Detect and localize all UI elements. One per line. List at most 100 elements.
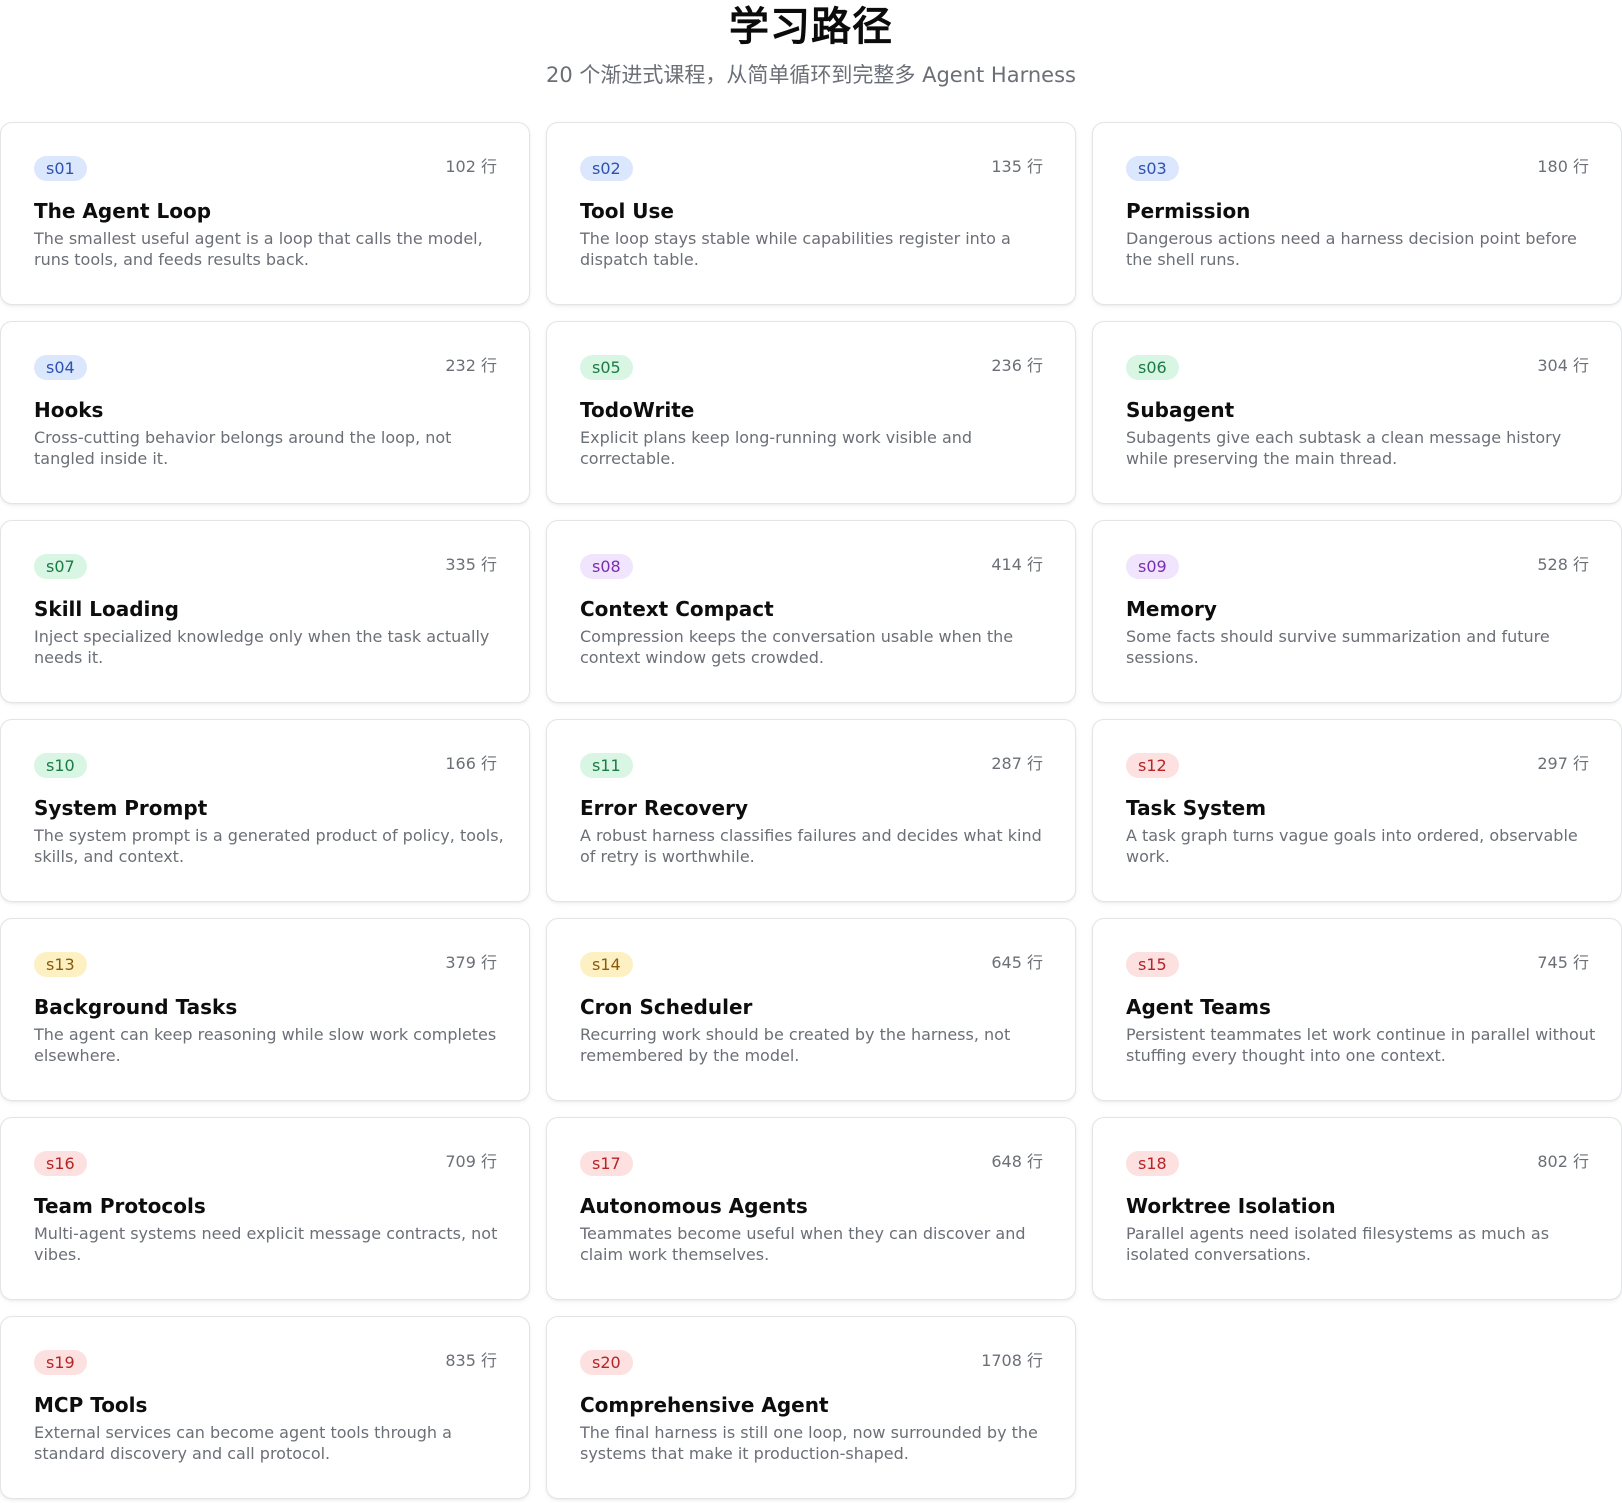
lesson-title: MCP Tools — [34, 1393, 148, 1417]
lesson-id-badge: s17 — [580, 1151, 633, 1176]
lesson-id-badge: s16 — [34, 1151, 87, 1176]
lesson-id-badge: s10 — [34, 753, 87, 778]
line-count: 835 行 — [445, 1351, 497, 1370]
lesson-grid: s01 102 行 The Agent Loop The smallest us… — [0, 122, 1622, 1499]
lesson-title: Agent Teams — [1126, 995, 1271, 1019]
lesson-description: Recurring work should be created by the … — [580, 1025, 1011, 1065]
lesson-title: Cron Scheduler — [580, 995, 753, 1019]
lesson-description: Persistent teammates let work continue i… — [1126, 1025, 1596, 1065]
line-count: 528 行 — [1537, 555, 1589, 574]
lesson-description: A task graph turns vague goals into orde… — [1126, 826, 1578, 866]
lesson-description: Teammates become useful when they can di… — [580, 1224, 1026, 1264]
line-count: 648 行 — [991, 1152, 1043, 1171]
lesson-description: Compression keeps the conversation usabl… — [580, 627, 1014, 667]
lesson-description: The loop stays stable while capabilities… — [580, 229, 1011, 269]
line-count: 135 行 — [991, 157, 1043, 176]
lesson-card-s05[interactable]: s05 236 行 TodoWrite Explicit plans keep … — [546, 321, 1076, 504]
lesson-description: A robust harness classifies failures and… — [580, 826, 1042, 866]
lesson-card-s09[interactable]: s09 528 行 Memory Some facts should survi… — [1092, 520, 1622, 703]
lesson-card-s16[interactable]: s16 709 行 Team Protocols Multi-agent sys… — [0, 1117, 530, 1300]
lesson-title: The Agent Loop — [34, 199, 212, 223]
lesson-description: Cross-cutting behavior belongs around th… — [34, 428, 452, 468]
lesson-card-s08[interactable]: s08 414 行 Context Compact Compression ke… — [546, 520, 1076, 703]
lesson-description: Inject specialized knowledge only when t… — [34, 627, 490, 667]
lesson-id-badge: s11 — [580, 753, 633, 778]
line-count: 287 行 — [991, 754, 1043, 773]
lesson-id-badge: s09 — [1126, 554, 1179, 579]
lesson-title: System Prompt — [34, 796, 208, 820]
lesson-description: Some facts should survive summarization … — [1126, 627, 1550, 667]
line-count: 236 行 — [991, 356, 1043, 375]
lesson-id-badge: s07 — [34, 554, 87, 579]
lesson-card-s04[interactable]: s04 232 行 Hooks Cross-cutting behavior b… — [0, 321, 530, 504]
line-count: 166 行 — [445, 754, 497, 773]
line-count: 709 行 — [445, 1152, 497, 1171]
line-count: 645 行 — [991, 953, 1043, 972]
line-count: 232 行 — [445, 356, 497, 375]
lesson-description: Dangerous actions need a harness decisio… — [1126, 229, 1577, 269]
line-count: 1708 行 — [981, 1351, 1043, 1370]
lesson-title: Context Compact — [580, 597, 774, 621]
lesson-card-s20[interactable]: s20 1708 行 Comprehensive Agent The final… — [546, 1316, 1076, 1499]
lesson-title: Memory — [1126, 597, 1217, 621]
lesson-card-s11[interactable]: s11 287 行 Error Recovery A robust harnes… — [546, 719, 1076, 902]
lesson-title: Task System — [1126, 796, 1267, 820]
lesson-title: Worktree Isolation — [1126, 1194, 1336, 1218]
line-count: 297 行 — [1537, 754, 1589, 773]
lesson-card-s15[interactable]: s15 745 行 Agent Teams Persistent teammat… — [1092, 918, 1622, 1101]
lesson-card-s12[interactable]: s12 297 行 Task System A task graph turns… — [1092, 719, 1622, 902]
lesson-card-s19[interactable]: s19 835 行 MCP Tools External services ca… — [0, 1316, 530, 1499]
line-count: 335 行 — [445, 555, 497, 574]
lesson-card-s03[interactable]: s03 180 行 Permission Dangerous actions n… — [1092, 122, 1622, 305]
lesson-description: The smallest useful agent is a loop that… — [34, 229, 483, 269]
page-subtitle: 20 个渐进式课程，从简单循环到完整多 Agent Harness — [546, 63, 1076, 87]
lesson-description: The final harness is still one loop, now… — [580, 1423, 1038, 1463]
lesson-id-badge: s04 — [34, 355, 87, 380]
lesson-title: Autonomous Agents — [580, 1194, 808, 1218]
lesson-title: Skill Loading — [34, 597, 179, 621]
lesson-card-s18[interactable]: s18 802 行 Worktree Isolation Parallel ag… — [1092, 1117, 1622, 1300]
line-count: 180 行 — [1537, 157, 1589, 176]
lesson-title: Background Tasks — [34, 995, 238, 1019]
lesson-card-s06[interactable]: s06 304 行 Subagent Subagents give each s… — [1092, 321, 1622, 504]
lesson-description: Multi-agent systems need explicit messag… — [34, 1224, 498, 1264]
lesson-id-badge: s14 — [580, 952, 633, 977]
lesson-card-s13[interactable]: s13 379 行 Background Tasks The agent can… — [0, 918, 530, 1101]
lesson-title: TodoWrite — [580, 398, 695, 422]
lesson-description: Subagents give each subtask a clean mess… — [1126, 428, 1562, 468]
lesson-id-badge: s01 — [34, 156, 87, 181]
lesson-id-badge: s19 — [34, 1350, 87, 1375]
lesson-card-s01[interactable]: s01 102 行 The Agent Loop The smallest us… — [0, 122, 530, 305]
lesson-id-badge: s13 — [34, 952, 87, 977]
lesson-card-s17[interactable]: s17 648 行 Autonomous Agents Teammates be… — [546, 1117, 1076, 1300]
lesson-description: The agent can keep reasoning while slow … — [34, 1025, 497, 1065]
line-count: 802 行 — [1537, 1152, 1589, 1171]
lesson-id-badge: s06 — [1126, 355, 1179, 380]
lesson-id-badge: s02 — [580, 156, 633, 181]
lesson-id-badge: s05 — [580, 355, 633, 380]
lesson-id-badge: s15 — [1126, 952, 1179, 977]
lesson-id-badge: s12 — [1126, 753, 1179, 778]
lesson-card-s07[interactable]: s07 335 行 Skill Loading Inject specializ… — [0, 520, 530, 703]
lesson-card-s10[interactable]: s10 166 行 System Prompt The system promp… — [0, 719, 530, 902]
page-title: 学习路径 — [729, 4, 893, 50]
line-count: 745 行 — [1537, 953, 1589, 972]
lesson-title: Permission — [1126, 199, 1251, 223]
lesson-description: Explicit plans keep long-running work vi… — [580, 428, 973, 468]
line-count: 414 行 — [991, 555, 1043, 574]
lesson-description: External services can become agent tools… — [34, 1423, 452, 1463]
line-count: 102 行 — [445, 157, 497, 176]
lesson-id-badge: s20 — [580, 1350, 633, 1375]
lesson-title: Tool Use — [580, 199, 674, 223]
lesson-title: Comprehensive Agent — [580, 1393, 829, 1417]
lesson-card-s14[interactable]: s14 645 行 Cron Scheduler Recurring work … — [546, 918, 1076, 1101]
lesson-card-s02[interactable]: s02 135 行 Tool Use The loop stays stable… — [546, 122, 1076, 305]
lesson-id-badge: s08 — [580, 554, 633, 579]
line-count: 304 行 — [1537, 356, 1589, 375]
lesson-id-badge: s18 — [1126, 1151, 1179, 1176]
lesson-title: Subagent — [1126, 398, 1235, 422]
lesson-title: Error Recovery — [580, 796, 749, 820]
lesson-title: Hooks — [34, 398, 104, 422]
lesson-description: Parallel agents need isolated filesystem… — [1126, 1224, 1550, 1264]
lesson-id-badge: s03 — [1126, 156, 1179, 181]
